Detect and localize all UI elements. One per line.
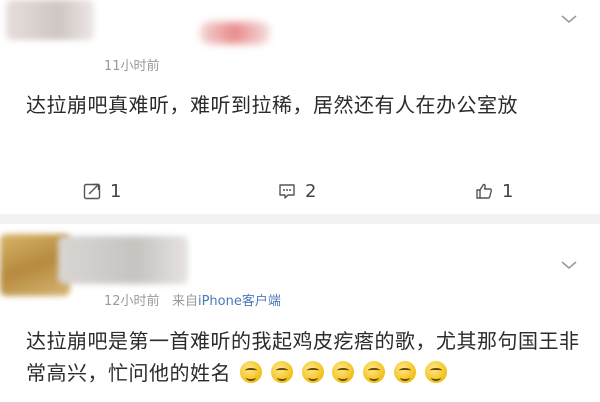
comment-button[interactable]: 2 — [277, 176, 316, 206]
comment-text: 达拉崩吧真难听，难听到拉稀，居然还有人在办公室放 — [26, 93, 518, 117]
comment-count: 2 — [305, 180, 317, 202]
chevron-down-icon[interactable] — [560, 13, 578, 25]
grin-emoji-icon — [425, 361, 448, 383]
thumbs-up-icon — [476, 183, 492, 199]
chevron-down-icon[interactable] — [560, 259, 578, 271]
comment-text-container: 达拉崩吧是第一首难听的我起鸡皮疙瘩的歌，尤其那句国王非常高兴，忙问他的姓名 — [26, 325, 580, 389]
redacted-name — [200, 22, 270, 44]
emoji-row — [238, 361, 448, 385]
comment-icon — [279, 184, 295, 199]
avatar[interactable] — [6, 0, 94, 40]
forward-icon — [83, 183, 101, 200]
grin-emoji-icon — [394, 361, 417, 383]
comment-time: 11小时前 — [104, 59, 160, 74]
comment-time: 12小时前 — [104, 294, 160, 309]
like-count: 1 — [502, 180, 514, 202]
comment-card-1: 11小时前 达拉崩吧真难听，难听到拉稀，居然还有人在办公室放 1 2 1 — [0, 0, 600, 214]
like-button[interactable]: 1 — [474, 176, 513, 206]
grin-emoji-icon — [301, 361, 324, 383]
action-bar: 1 2 1 — [0, 176, 600, 206]
source-link[interactable]: iPhone客户端 — [198, 294, 281, 309]
grin-emoji-icon — [332, 361, 355, 383]
grin-emoji-icon — [270, 361, 293, 383]
comment-meta: 12小时前 来自iPhone客户端 — [104, 290, 281, 309]
source-prefix: 来自 — [171, 294, 198, 309]
forward-count: 1 — [110, 180, 122, 202]
redacted-name — [58, 236, 188, 284]
forward-button[interactable]: 1 — [82, 176, 121, 206]
grin-emoji-icon — [239, 361, 262, 383]
grin-emoji-icon — [363, 361, 386, 383]
comment-card-2: 12小时前 来自iPhone客户端 达拉崩吧是第一首难听的我起鸡皮疙瘩的歌，尤其… — [0, 224, 600, 402]
